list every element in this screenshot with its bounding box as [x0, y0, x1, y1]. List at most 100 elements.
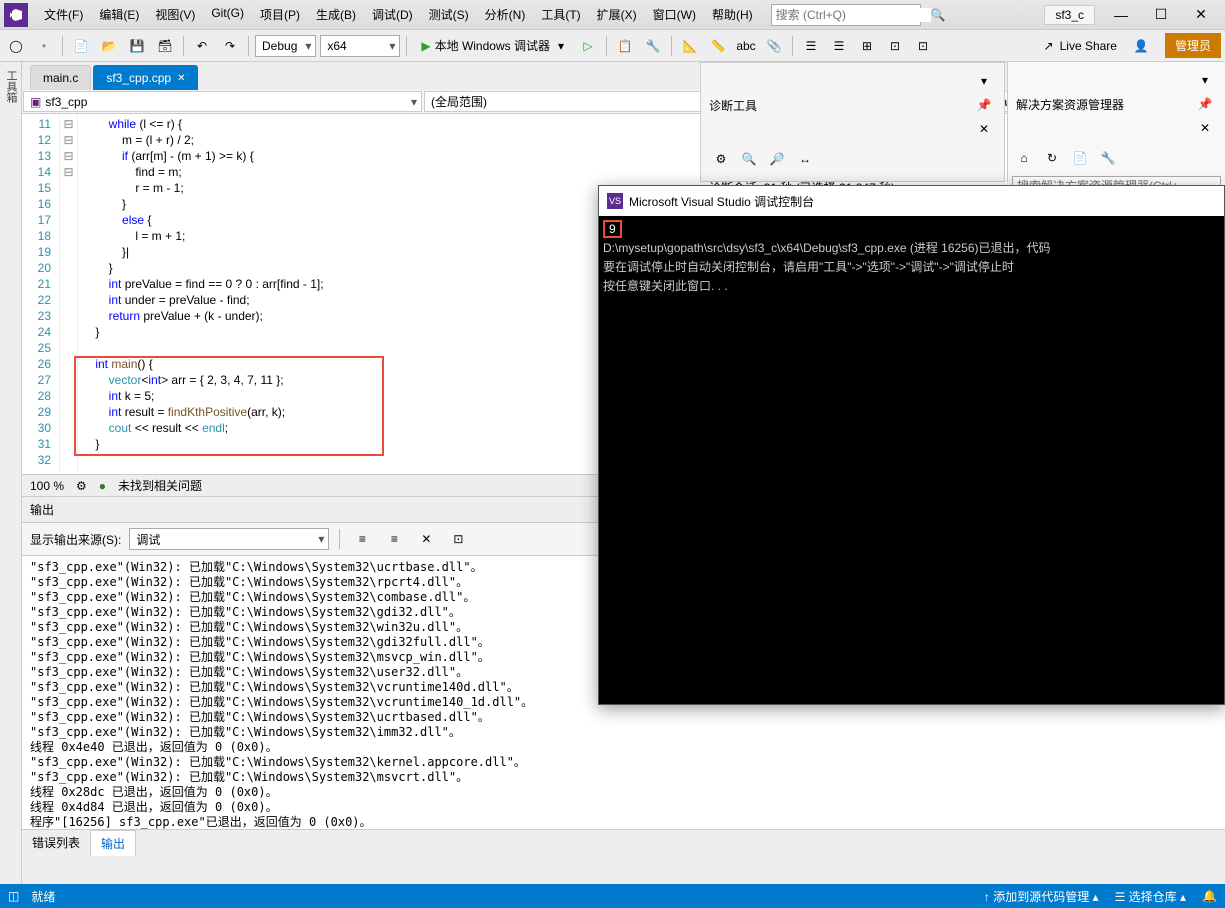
project-name: sf3_c [1044, 5, 1095, 25]
main-toolbar: ◯ • 📄 📂 💾 🗃 ↶ ↷ Debug x64 ▶本地 Windows 调试… [0, 30, 1225, 62]
diag-tool-3[interactable]: 🔎 [765, 147, 789, 171]
tb-btn-9[interactable]: ⊞ [855, 34, 879, 58]
cpp-icon: ▣ [30, 95, 41, 109]
back-button[interactable]: ◯ [4, 34, 28, 58]
output-source-label: 显示输出来源(S): [30, 531, 121, 548]
tab-label: sf3_cpp.cpp [106, 71, 171, 85]
sln-home-icon[interactable]: ⌂ [1012, 146, 1036, 170]
sln-pin-icon[interactable]: 📌 [1193, 92, 1217, 116]
open-button[interactable]: 📂 [97, 34, 121, 58]
titlebar: 文件(F) 编辑(E) 视图(V) Git(G) 项目(P) 生成(B) 调试(… [0, 0, 1225, 30]
line-number-gutter: 1112131415161718192021222324252627282930… [22, 114, 60, 474]
minimize-button[interactable]: — [1101, 1, 1141, 29]
undo-button[interactable]: ↶ [190, 34, 214, 58]
select-repo-button[interactable]: ☰ 选择仓库 ▴ [1115, 888, 1186, 905]
out-btn-2[interactable]: ≡ [382, 527, 406, 551]
tab-output[interactable]: 输出 [90, 830, 136, 856]
close-button[interactable]: ✕ [1181, 1, 1221, 29]
menu-edit[interactable]: 编辑(E) [91, 2, 147, 27]
tb-btn-8[interactable]: ☰ [827, 34, 851, 58]
maximize-button[interactable]: ☐ [1141, 1, 1181, 29]
sln-title: 解决方案资源管理器 [1016, 96, 1124, 113]
tab-close-icon[interactable]: ✕ [177, 73, 185, 84]
menu-help[interactable]: 帮助(H) [704, 2, 761, 27]
save-button[interactable]: 💾 [125, 34, 149, 58]
menu-project[interactable]: 项目(P) [252, 2, 308, 27]
menu-file[interactable]: 文件(F) [36, 2, 91, 27]
title-search-input[interactable] [776, 8, 931, 22]
menu-test[interactable]: 测试(S) [421, 2, 477, 27]
output-source-combo[interactable]: 调试 [129, 528, 329, 550]
tb-btn-6[interactable]: 📎 [762, 34, 786, 58]
tb-btn-11[interactable]: ⊡ [911, 34, 935, 58]
toolbox-rail[interactable]: 工具箱 [0, 62, 22, 884]
console-result: 9 [603, 220, 622, 238]
title-search[interactable]: 🔍 [771, 4, 921, 26]
start-without-debug-button[interactable]: ▷ [576, 34, 600, 58]
statusbar: ◫ 就绪 ↑ 添加到源代码管理 ▴ ☰ 选择仓库 ▴ 🔔 [0, 884, 1225, 908]
menu-debug[interactable]: 调试(D) [364, 2, 421, 27]
menu-extensions[interactable]: 扩展(X) [589, 2, 645, 27]
diag-tool-1[interactable]: ⚙ [709, 147, 733, 171]
nav-project[interactable]: ▣sf3_cpp [23, 91, 422, 112]
sln-close-icon[interactable]: ✕ [1193, 116, 1217, 140]
debug-console-window[interactable]: VS Microsoft Visual Studio 调试控制台 9 D:\my… [598, 185, 1225, 705]
menu-build[interactable]: 生成(B) [308, 2, 364, 27]
out-btn-4[interactable]: ⊡ [446, 527, 470, 551]
tb-btn-2[interactable]: 🔧 [641, 34, 665, 58]
source-control-button[interactable]: ↑ 添加到源代码管理 ▴ [984, 888, 1099, 905]
menu-tools[interactable]: 工具(T) [533, 2, 588, 27]
forward-button[interactable]: • [32, 34, 56, 58]
config-combo[interactable]: Debug [255, 35, 316, 57]
diag-pin-icon[interactable]: 📌 [972, 93, 996, 117]
run-label: 本地 Windows 调试器 [435, 37, 550, 54]
tab-error-list[interactable]: 错误列表 [22, 830, 90, 856]
menu-window[interactable]: 窗口(W) [645, 2, 704, 27]
diag-tool-2[interactable]: 🔍 [737, 147, 761, 171]
tb-btn-1[interactable]: 📋 [613, 34, 637, 58]
console-titlebar[interactable]: VS Microsoft Visual Studio 调试控制台 [599, 186, 1224, 216]
tab-sf3-cpp[interactable]: sf3_cpp.cpp ✕ [93, 65, 198, 90]
liveshare-button[interactable]: ↗Live Share [1036, 39, 1125, 53]
output-bottom-tabs: 错误列表 输出 [22, 829, 1225, 856]
menu-git[interactable]: Git(G) [203, 2, 252, 27]
tb-btn-5[interactable]: abc [734, 34, 758, 58]
sln-tool-3[interactable]: 📄 [1068, 146, 1092, 170]
save-all-button[interactable]: 🗃 [153, 34, 177, 58]
admin-badge: 管理员 [1165, 33, 1221, 58]
console-icon: VS [607, 193, 623, 209]
no-issues-icon: ● [99, 479, 106, 493]
tb-btn-4[interactable]: 📏 [706, 34, 730, 58]
diag-title: 诊断工具 [709, 97, 757, 114]
sln-tool-2[interactable]: ↻ [1040, 146, 1064, 170]
out-btn-1[interactable]: ≡ [350, 527, 374, 551]
search-icon: 🔍 [931, 8, 946, 22]
platform-combo[interactable]: x64 [320, 35, 400, 57]
tb-btn-7[interactable]: ☰ [799, 34, 823, 58]
vs-logo [4, 3, 28, 27]
tb-btn-10[interactable]: ⊡ [883, 34, 907, 58]
zoom-level[interactable]: 100 % [30, 479, 64, 493]
sln-tool-4[interactable]: 🔧 [1096, 146, 1120, 170]
bell-icon[interactable]: 🔔 [1202, 889, 1217, 903]
liveshare-icon: ↗ [1044, 39, 1054, 53]
sln-dropdown[interactable]: ▾ [1193, 68, 1217, 92]
status-ready: 就绪 [31, 888, 55, 905]
out-btn-3[interactable]: ✕ [414, 527, 438, 551]
run-button[interactable]: ▶本地 Windows 调试器▾ [413, 34, 572, 58]
menu-view[interactable]: 视图(V) [147, 2, 203, 27]
tb-btn-3[interactable]: 📐 [678, 34, 702, 58]
settings-icon[interactable]: ⚙ [76, 479, 87, 493]
tab-main-c[interactable]: main.c [30, 65, 91, 90]
diag-dropdown[interactable]: ▾ [972, 69, 996, 93]
new-item-button[interactable]: 📄 [69, 34, 93, 58]
issues-text: 未找到相关问题 [118, 477, 202, 494]
account-button[interactable]: 👤 [1129, 34, 1153, 58]
diag-tool-4[interactable]: ↔ [793, 147, 817, 171]
tab-label: main.c [43, 71, 78, 85]
redo-button[interactable]: ↷ [218, 34, 242, 58]
menu-analyze[interactable]: 分析(N) [477, 2, 534, 27]
fold-gutter[interactable]: ⊟⊟⊟⊟ [60, 114, 78, 474]
diag-close-icon[interactable]: ✕ [972, 117, 996, 141]
console-output: 9 D:\mysetup\gopath\src\dsy\sf3_c\x64\De… [599, 216, 1224, 300]
